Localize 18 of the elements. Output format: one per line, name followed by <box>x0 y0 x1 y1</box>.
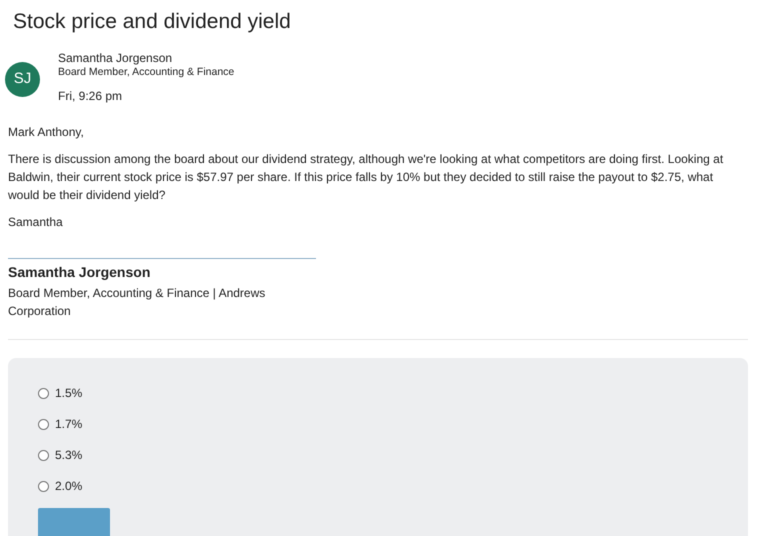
radio-button[interactable] <box>38 450 49 460</box>
option-label: 5.3% <box>55 447 82 464</box>
radio-button[interactable] <box>38 388 49 398</box>
message-body: There is discussion among the board about our dividend strategy, although we're looking at what competitors are doing first. Looking at Baldwin, their current stock price is $57.97 per share. If this price falls by 10% but they decided to still raise the payout to $2.75, what would be their dividend yield? <box>8 151 724 204</box>
signature-name: Samantha Jorgenson <box>8 263 150 281</box>
timestamp: Fri, 9:26 pm <box>58 89 122 104</box>
sender-name: Samantha Jorgenson <box>58 51 172 66</box>
closing: Samantha <box>8 214 63 231</box>
option-label: 1.5% <box>55 385 82 402</box>
option-label: 1.7% <box>55 416 82 433</box>
radio-button[interactable] <box>38 418 49 430</box>
radio-button[interactable] <box>38 480 49 492</box>
page-title: Stock price and dividend yield <box>12 9 291 32</box>
sender-role: Board Member, Accounting & Finance <box>58 66 234 79</box>
avatar: SJ <box>5 62 40 97</box>
signature-title: Board Member, Accounting & Finance | Andrews Corporation <box>8 285 266 320</box>
option-label: 2.0% <box>55 478 82 495</box>
greeting: Mark Anthony, <box>8 124 84 141</box>
